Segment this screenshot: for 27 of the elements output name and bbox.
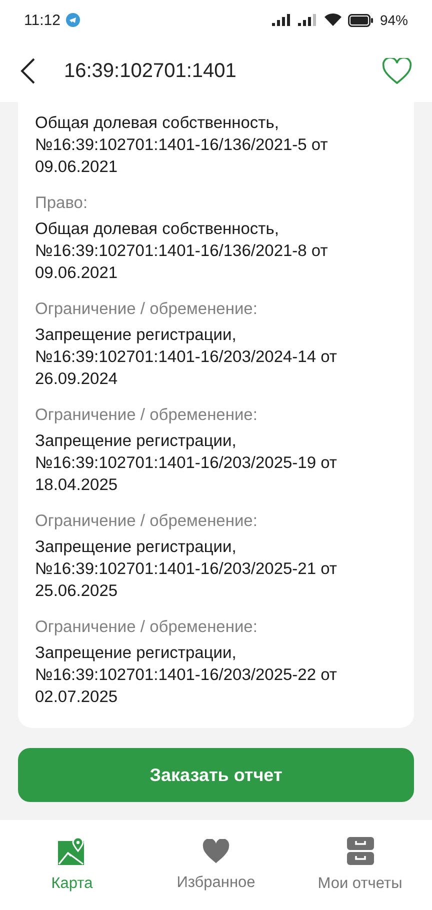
heart-icon [202, 838, 230, 864]
entry-label: Ограничение / обременение: [35, 511, 258, 532]
entry-value: Запрещение регистрации, №16:39:102701:1401-16/203/2025-22 от 02.07.2025 [35, 643, 338, 708]
order-report-button[interactable]: Заказать отчет [18, 748, 414, 802]
nav-tab[interactable]: Избранное [151, 838, 281, 892]
battery-level: 94% [380, 12, 408, 28]
nav-tab[interactable]: Мои отчеты [295, 836, 425, 894]
entry-value: Запрещение регистрации, №16:39:102701:1401-16/203/2025-21 от 25.06.2025 [35, 537, 338, 602]
entry-value: Общая долевая собственность, №16:39:102701:1401-16/136/2021-8 от 09.06.2021 [35, 219, 329, 284]
entry-label: Ограничение / обременение: [35, 617, 258, 638]
entry-value: Запрещение регистрации, №16:39:102701:1401-16/203/2024-14 от 26.09.2024 [35, 325, 338, 390]
entry-label: Право: [35, 193, 89, 214]
drawer-cabinet-icon [346, 837, 374, 865]
header-title: 16:39:102701:1401 [64, 60, 238, 82]
nav-tab[interactable]: Карта [7, 836, 137, 894]
map-icon [58, 837, 86, 865]
battery-icon [348, 14, 374, 26]
status-time: 11:12 [24, 12, 60, 28]
signal-icon [272, 14, 292, 26]
entry-label: Ограничение / обременение: [35, 405, 258, 426]
wifi-icon [324, 13, 342, 27]
telegram-icon [66, 13, 80, 27]
favorite-button[interactable] [380, 56, 414, 86]
signal-icon [298, 14, 318, 26]
entry-value: Общая долевая собственность, №16:39:102701:1401-16/136/2021-5 от 09.06.2021 [35, 113, 329, 178]
entry-label: Ограничение / обременение: [35, 299, 258, 320]
entry-value: Запрещение регистрации, №16:39:102701:1401-16/203/2025-19 от 18.04.2025 [35, 431, 338, 496]
